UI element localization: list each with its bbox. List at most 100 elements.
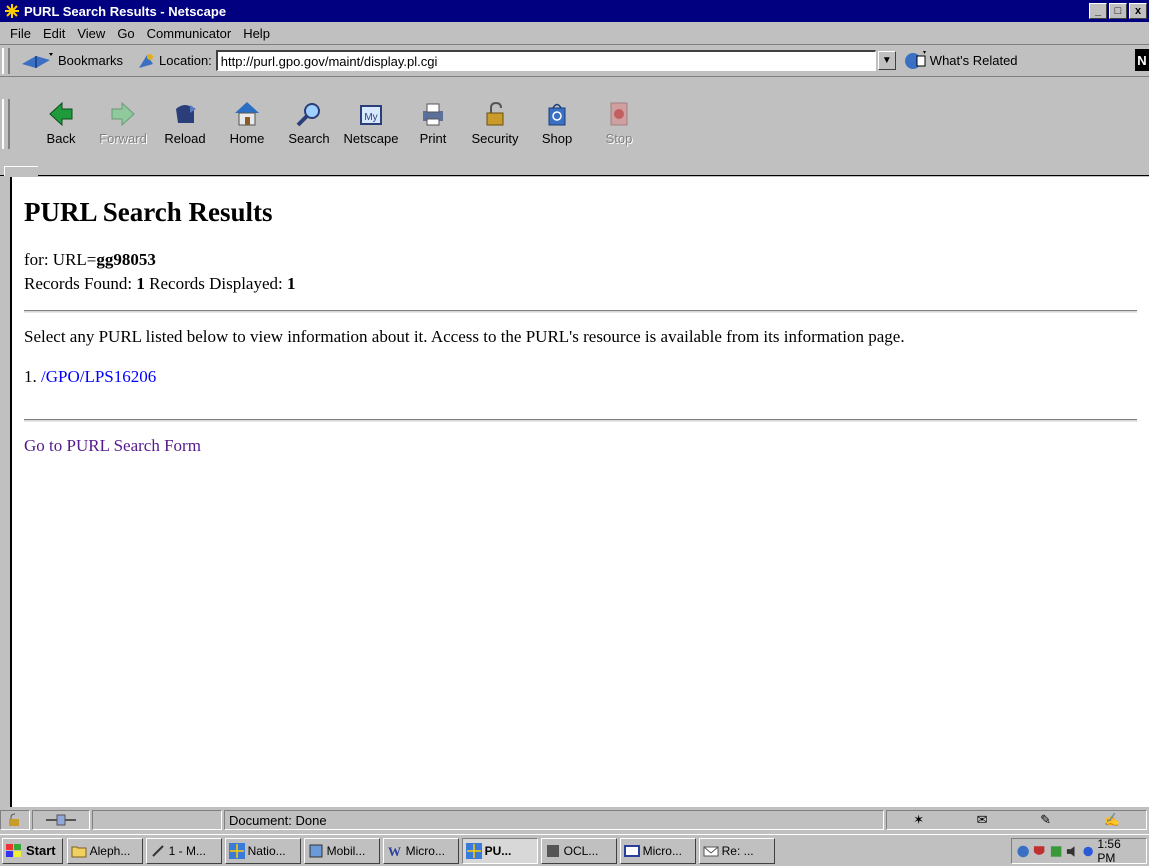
svg-text:W: W [388,844,401,859]
records-found-label: Records Found: [24,274,137,293]
search-button[interactable]: Search [278,99,340,159]
stop-label: Stop [605,131,633,146]
security-status-icon[interactable] [0,810,30,830]
whats-related-label: What's Related [929,53,1018,68]
records-found-value: 1 [136,274,145,293]
navigation-toolbar: Back Forward Reload Home Search My Netsc… [0,76,1149,166]
close-button[interactable]: x [1129,3,1147,19]
netscape-n-logo[interactable]: N [1135,49,1149,71]
folder-icon [71,846,87,857]
search-form-link[interactable]: Go to PURL Search Form [24,436,201,455]
title-bar: PURL Search Results - Netscape _ □ x [0,0,1149,22]
mail-icon [703,846,719,856]
netscape-icon: My [360,105,382,125]
location-icon[interactable] [137,52,155,70]
task-ocl[interactable]: OCL... [540,837,617,864]
tray-icon-5[interactable] [1081,844,1095,859]
menu-file[interactable]: File [4,26,37,41]
bookmarks-icon[interactable] [20,50,54,72]
location-label: Location: [159,53,212,68]
whats-related-icon [904,50,926,69]
url-input[interactable] [215,50,876,71]
discussion-icon[interactable]: ✎ [1040,812,1051,828]
task-label: Natio... [247,843,286,858]
taskbar: Start Aleph... 1 - M... Natio... Mobil..… [0,834,1149,866]
home-icon [235,102,259,126]
maximize-button[interactable]: □ [1109,3,1127,19]
stop-button[interactable]: Stop [588,99,650,159]
print-button[interactable]: Print [402,99,464,159]
print-icon [423,103,443,126]
start-button[interactable]: Start [2,837,63,864]
back-button[interactable]: Back [30,99,92,159]
shop-label: Shop [541,131,573,146]
bookmarks-label[interactable]: Bookmarks [58,53,123,68]
url-dropdown-button[interactable]: ▼ [877,51,896,70]
forward-arrow-icon [111,101,135,127]
reload-button[interactable]: Reload [154,99,216,159]
divider [24,310,1137,313]
task-re-mail[interactable]: Re: ... [698,837,775,864]
home-button[interactable]: Home [216,99,278,159]
query-value: gg98053 [96,250,156,269]
speaker-icon[interactable] [1065,844,1079,859]
progress-bar [92,810,222,830]
system-tray: 1:56 PM [1011,837,1147,865]
instructions: Select any PURL listed below to view inf… [24,327,905,346]
status-bar: Document: Done ✶ ✉ ✎ ✍ [0,808,1149,832]
netscape-button[interactable]: My Netscape [340,99,402,159]
menu-edit[interactable]: Edit [37,26,71,41]
search-icon [296,103,320,127]
window-title: PURL Search Results - Netscape [24,3,227,19]
security-button[interactable]: Security [464,99,526,159]
status-text: Document: Done [224,810,884,830]
print-label: Print [419,131,447,146]
task-purl-netscape[interactable]: PU... [461,837,538,864]
shop-button[interactable]: Shop [526,99,588,159]
task-natio[interactable]: Natio... [224,837,301,864]
minimize-button[interactable]: _ [1089,3,1107,19]
task-label: Micro... [405,843,445,858]
composer-icon[interactable]: ✍ [1104,812,1120,828]
toolbar-collapse-tab[interactable] [4,166,38,176]
menu-communicator[interactable]: Communicator [141,26,238,41]
task-micro-word[interactable]: W Micro... [382,837,459,864]
toolbar-collapse-strip [0,166,1149,176]
toolbar-grip[interactable] [2,47,10,74]
mailbox-icon[interactable]: ✉ [977,812,988,828]
task-micro[interactable]: Micro... [619,837,696,864]
app-icon [546,844,559,857]
home-label: Home [229,131,265,146]
menu-help[interactable]: Help [237,26,276,41]
whats-related-button[interactable]: What's Related [904,50,1018,71]
menu-go[interactable]: Go [111,26,140,41]
puzzle-icon [309,844,323,857]
stop-icon [610,102,628,126]
tray-icon-3[interactable] [1049,844,1063,859]
back-label: Back [46,131,76,146]
reload-label: Reload [164,131,206,146]
records-displayed-value: 1 [287,274,296,293]
task-label: Mobil... [326,843,366,858]
task-1-m[interactable]: 1 - M... [145,837,222,864]
window-icon [623,844,640,857]
menu-view[interactable]: View [71,26,111,41]
task-aleph[interactable]: Aleph... [66,837,143,864]
toolbar-grip[interactable] [2,99,10,149]
netscape-icon [228,842,245,859]
tray-shield-icon[interactable] [1032,844,1046,859]
start-label: Start [26,843,56,858]
result-item: 1. /GPO/LPS16206 [24,365,1137,389]
security-lock-icon [486,101,504,126]
task-label: Micro... [642,843,682,858]
divider [24,419,1137,422]
navigator-icon[interactable]: ✶ [913,812,924,828]
tray-icon-1[interactable] [1016,844,1030,859]
task-label: PU... [484,843,512,858]
forward-button[interactable]: Forward [92,99,154,159]
purl-link[interactable]: /GPO/LPS16206 [41,367,156,386]
security-label: Security [471,131,519,146]
task-mobil[interactable]: Mobil... [303,837,380,864]
pen-icon [151,844,164,857]
netscape-app-icon [5,4,19,18]
